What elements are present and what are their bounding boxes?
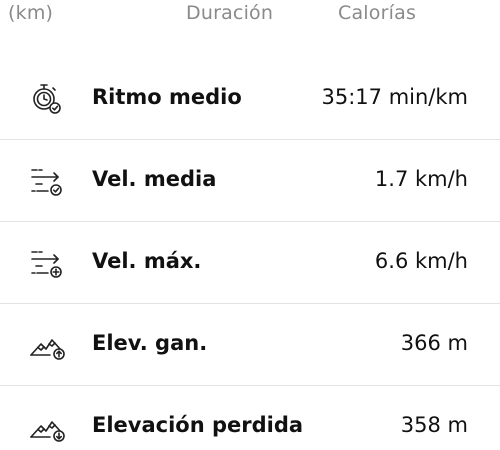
stat-value: 358 m	[400, 413, 468, 437]
elevation-loss-icon	[28, 410, 72, 444]
activity-stats-screen: (km) Duración Calorías Ritmo medio 35:17…	[0, 0, 500, 450]
stat-label: Vel. máx.	[92, 249, 202, 273]
stat-value: 6.6 km/h	[374, 249, 468, 273]
stat-row-avg-speed: Vel. media 1.7 km/h	[0, 140, 500, 222]
stat-row-elevation-loss: Elevación perdida 358 m	[0, 386, 500, 450]
speed-max-icon	[28, 246, 72, 280]
distance-unit-label: (km)	[8, 2, 54, 24]
speed-avg-icon	[28, 164, 72, 198]
stat-value: 1.7 km/h	[374, 167, 468, 191]
stat-label: Vel. media	[92, 167, 217, 191]
stat-label: Ritmo medio	[92, 85, 242, 109]
stat-label: Elevación perdida	[92, 413, 304, 437]
stopwatch-icon	[28, 82, 72, 116]
stat-row-elevation-gain: Elev. gan. 366 m	[0, 304, 500, 386]
stat-row-max-speed: Vel. máx. 6.6 km/h	[0, 222, 500, 304]
stats-list: Ritmo medio 35:17 min/km Vel. media 1.7 …	[0, 58, 500, 450]
elevation-gain-icon	[28, 328, 72, 362]
stat-value: 35:17 min/km	[321, 85, 469, 109]
stat-value: 366 m	[400, 331, 468, 355]
calories-label: Calorías	[338, 2, 417, 24]
stat-row-avg-pace: Ritmo medio 35:17 min/km	[0, 58, 500, 140]
duration-label: Duración	[186, 2, 274, 24]
summary-header: (km) Duración Calorías	[0, 0, 500, 36]
stat-label: Elev. gan.	[92, 331, 208, 355]
